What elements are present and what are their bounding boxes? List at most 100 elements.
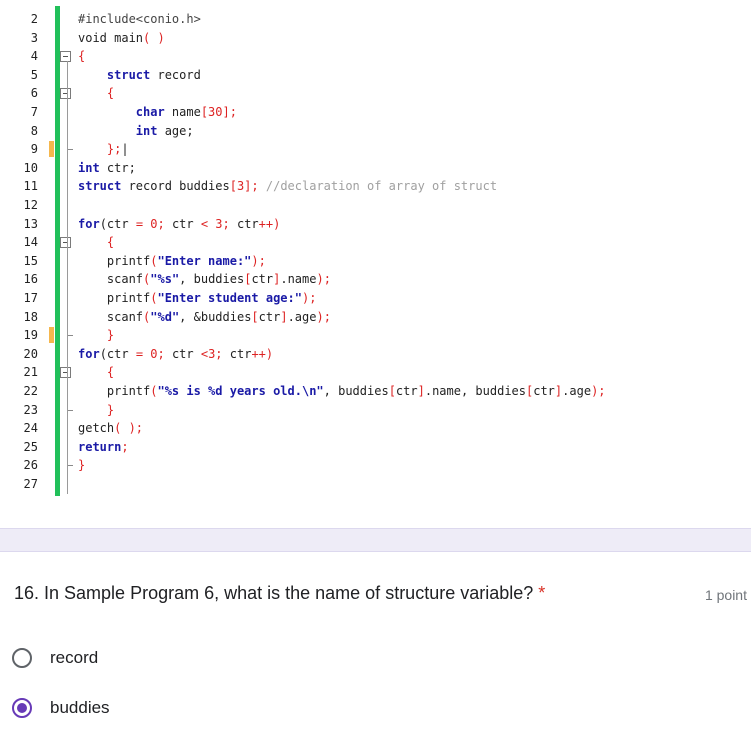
code-text: int age; <box>78 122 194 141</box>
code-line: 6 { <box>0 84 751 103</box>
code-token: { <box>78 86 115 101</box>
code-line: 10 int ctr; <box>0 159 751 178</box>
line-number: 13 <box>23 216 38 231</box>
code-token: printf <box>78 384 151 398</box>
code-token: .age <box>562 384 592 398</box>
code-token: scanf <box>78 272 144 287</box>
code-token: ] <box>417 384 425 398</box>
code-token: ); <box>591 384 606 398</box>
code-token: ctr <box>222 346 252 361</box>
code-text: for(ctr = 0; ctr < 3; ctr++) <box>78 215 280 234</box>
line-number: 7 <box>30 105 38 119</box>
code-text: } <box>78 326 114 345</box>
option-buddies[interactable]: buddies <box>12 693 110 723</box>
required-asterisk: * <box>538 583 546 603</box>
line-number: 24 <box>23 421 38 436</box>
code-line: 20 for(ctr = 0; ctr <3; ctr++) <box>0 345 751 364</box>
code-text: { <box>78 363 114 382</box>
code-token: "%d" <box>150 309 180 324</box>
code-line: 15 printf("Enter name:"); <box>0 252 751 271</box>
code-text: { <box>78 47 85 66</box>
option-label-record: record <box>50 648 99 667</box>
code-line: 21 { <box>0 363 751 382</box>
line-number: 22 <box>23 384 38 398</box>
code-token: = 0; <box>135 346 165 361</box>
code-token: "%s" <box>150 272 180 287</box>
code-token: "%s is %d years old.\n" <box>157 384 324 398</box>
code-token: { <box>78 235 115 250</box>
line-number: 25 <box>23 439 38 454</box>
code-token: ); <box>316 272 331 287</box>
line-number: 2 <box>30 12 38 26</box>
code-token: ); <box>316 309 331 324</box>
line-number: 16 <box>23 272 38 287</box>
line-number: 21 <box>23 365 38 380</box>
code-token: int <box>78 160 100 175</box>
code-text: int ctr; <box>78 159 136 178</box>
line-number: 20 <box>23 346 38 361</box>
points-label: 1 point <box>704 587 747 603</box>
code-line: 11 struct record buddies[3]; //declaratio… <box>0 177 751 196</box>
code-token: "Enter name:" <box>157 253 252 268</box>
fold-toggle-icon[interactable] <box>60 51 71 63</box>
code-token: getch <box>78 421 115 436</box>
code-text: void main( ) <box>78 29 165 48</box>
code-token: printf <box>78 253 151 268</box>
radio-button-buddies-selected[interactable] <box>12 698 32 718</box>
fold-toggle-icon[interactable] <box>60 367 71 379</box>
code-token: { <box>78 365 115 380</box>
code-token: age; <box>157 123 194 138</box>
line-number: 14 <box>23 235 38 250</box>
code-token: record buddies <box>121 179 230 194</box>
line-number: 23 <box>23 402 38 417</box>
code-token: ); <box>251 253 266 268</box>
code-token: ctr; <box>99 160 136 175</box>
code-token: char <box>78 105 165 119</box>
fold-toggle-icon[interactable] <box>60 237 71 249</box>
code-token: ); <box>301 291 317 305</box>
line-number: 18 <box>23 309 38 324</box>
code-line: 23 } <box>0 401 751 420</box>
code-token: [ <box>251 309 259 324</box>
code-token: < 3; <box>200 216 230 231</box>
code-token: } <box>78 458 86 473</box>
code-screenshot: 2 #include<conio.h> 3 void main( ) 4{5 struc… <box>0 0 751 500</box>
code-token: ; <box>121 439 129 454</box>
code-line: 12 <box>0 196 751 215</box>
code-token: for <box>78 346 100 361</box>
code-token: return <box>78 439 122 454</box>
code-token: "Enter student age:" <box>157 291 302 305</box>
line-number: 3 <box>30 30 38 45</box>
code-token: [30]; <box>200 105 237 119</box>
code-token: .age <box>287 309 317 324</box>
code-line: 3 void main( ) <box>0 29 751 48</box>
line-number: 9 <box>30 142 38 157</box>
code-token: [3]; <box>229 179 259 194</box>
code-token: ctr <box>164 216 201 231</box>
code-token: ctr <box>258 309 281 324</box>
code-line: 19 } <box>0 326 751 345</box>
radio-button-record[interactable] <box>12 648 32 668</box>
code-token: record <box>150 67 201 82</box>
code-token: } <box>78 328 115 343</box>
line-number: 8 <box>30 123 38 138</box>
code-token: (ctr <box>99 216 136 231</box>
question-title-text: 16. In Sample Program 6, what is the nam… <box>14 583 534 603</box>
code-token: ctr <box>395 384 418 398</box>
code-token: ( ) <box>143 30 165 45</box>
code-token: (ctr <box>99 346 136 361</box>
code-line: 5 struct record <box>0 66 751 85</box>
fold-toggle-icon[interactable] <box>60 88 71 100</box>
code-token: , buddies <box>179 272 245 287</box>
code-line: 24 getch( ); <box>0 419 751 438</box>
line-number: 6 <box>30 86 38 101</box>
code-token: struct <box>78 67 151 82</box>
code-line: 13 for(ctr = 0; ctr < 3; ctr++) <box>0 215 751 234</box>
code-text: };| <box>78 140 129 159</box>
line-number: 15 <box>23 253 38 268</box>
question-title: 16. In Sample Program 6, what is the nam… <box>14 583 545 604</box>
option-record[interactable]: record <box>12 643 98 673</box>
code-token: { <box>78 49 86 64</box>
code-token: void main <box>78 30 144 45</box>
code-token: ctr <box>251 272 274 287</box>
